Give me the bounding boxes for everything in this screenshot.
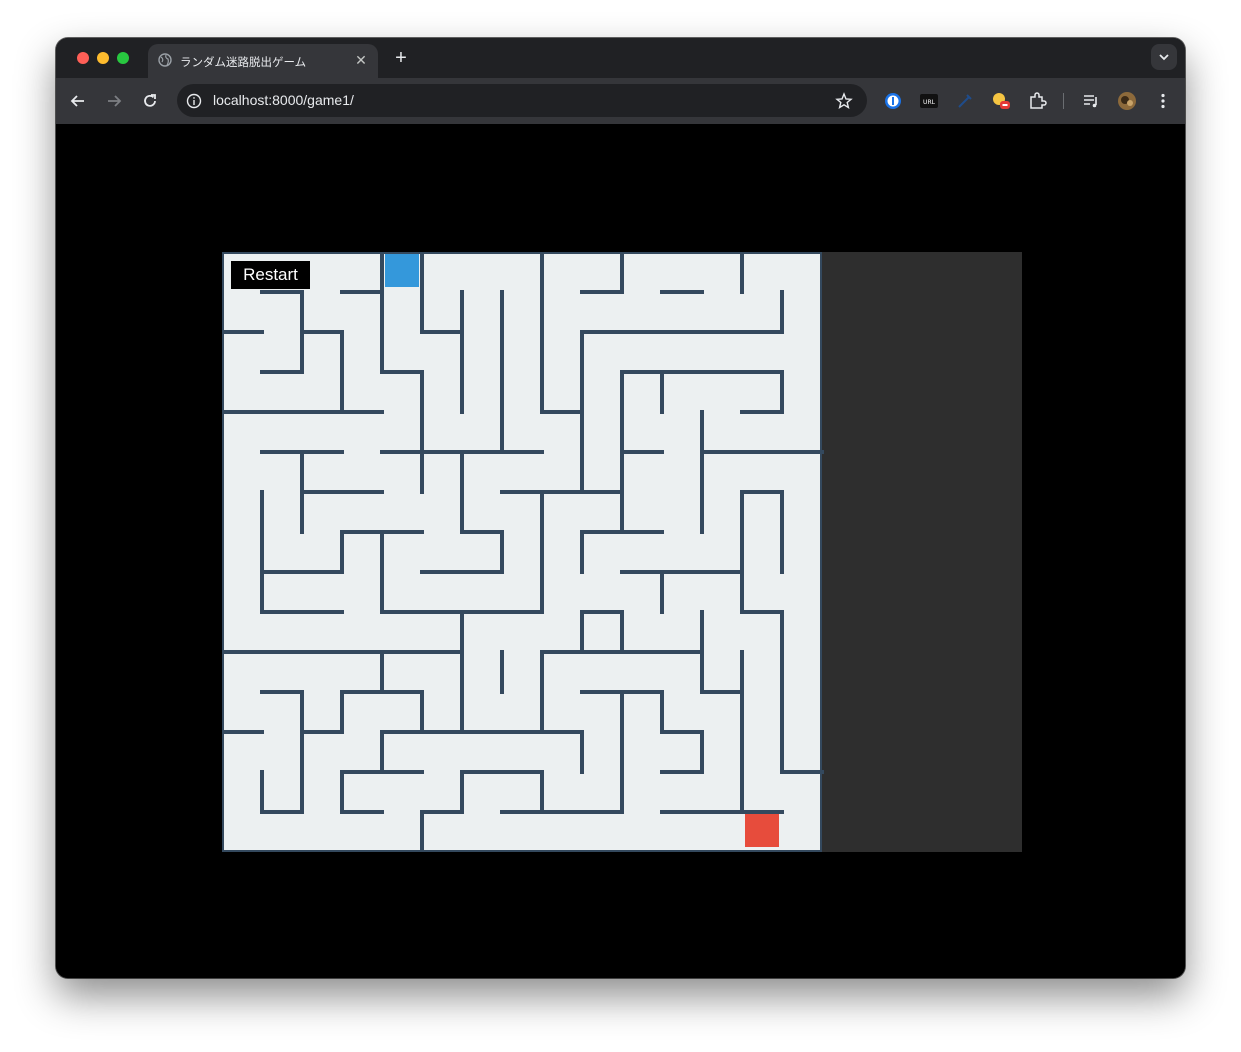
url-text: localhost:8000/game1/ bbox=[213, 92, 354, 108]
svg-text:URL: URL bbox=[923, 99, 936, 106]
close-tab-icon[interactable]: ✕ bbox=[352, 51, 370, 69]
maze-floor bbox=[222, 252, 822, 852]
reload-icon[interactable] bbox=[140, 91, 160, 111]
url-extension-icon[interactable]: URL bbox=[919, 91, 939, 111]
toolbar-divider bbox=[1063, 93, 1064, 109]
page-viewport: Restart bbox=[56, 124, 1185, 978]
globe-icon bbox=[158, 53, 172, 67]
goal-block bbox=[745, 814, 779, 847]
restart-button[interactable]: Restart bbox=[231, 261, 310, 289]
media-extension-icon[interactable] bbox=[991, 91, 1011, 111]
minimize-window-button[interactable] bbox=[97, 52, 109, 64]
browser-window: ランダム迷路脱出ゲーム ✕ + localhost:8000/game1/ UR… bbox=[56, 38, 1185, 978]
browser-tab[interactable]: ランダム迷路脱出ゲーム ✕ bbox=[148, 44, 378, 78]
browser-toolbar: localhost:8000/game1/ URL bbox=[56, 78, 1185, 124]
tab-search-button[interactable] bbox=[1151, 44, 1177, 70]
chevron-down-icon bbox=[1159, 54, 1169, 61]
media-controls-icon[interactable] bbox=[1081, 91, 1101, 111]
password-manager-icon[interactable] bbox=[883, 91, 903, 111]
profile-avatar[interactable] bbox=[1117, 91, 1137, 111]
extensions-puzzle-icon[interactable] bbox=[1027, 91, 1047, 111]
forward-icon[interactable] bbox=[104, 91, 124, 111]
new-tab-button[interactable]: + bbox=[390, 47, 412, 69]
more-menu-icon[interactable] bbox=[1153, 91, 1173, 111]
game-canvas[interactable]: Restart bbox=[222, 252, 1022, 852]
player-block bbox=[385, 254, 419, 287]
site-info-icon[interactable] bbox=[186, 93, 202, 109]
maze-board[interactable] bbox=[222, 252, 1022, 852]
bookmark-star-icon[interactable] bbox=[835, 92, 853, 110]
tab-title: ランダム迷路脱出ゲーム bbox=[180, 55, 307, 69]
title-bar: ランダム迷路脱出ゲーム ✕ + bbox=[56, 38, 1185, 78]
maximize-window-button[interactable] bbox=[117, 52, 129, 64]
address-bar[interactable]: localhost:8000/game1/ bbox=[177, 84, 867, 117]
pen-extension-icon[interactable] bbox=[955, 91, 975, 111]
close-window-button[interactable] bbox=[77, 52, 89, 64]
back-icon[interactable] bbox=[68, 91, 88, 111]
